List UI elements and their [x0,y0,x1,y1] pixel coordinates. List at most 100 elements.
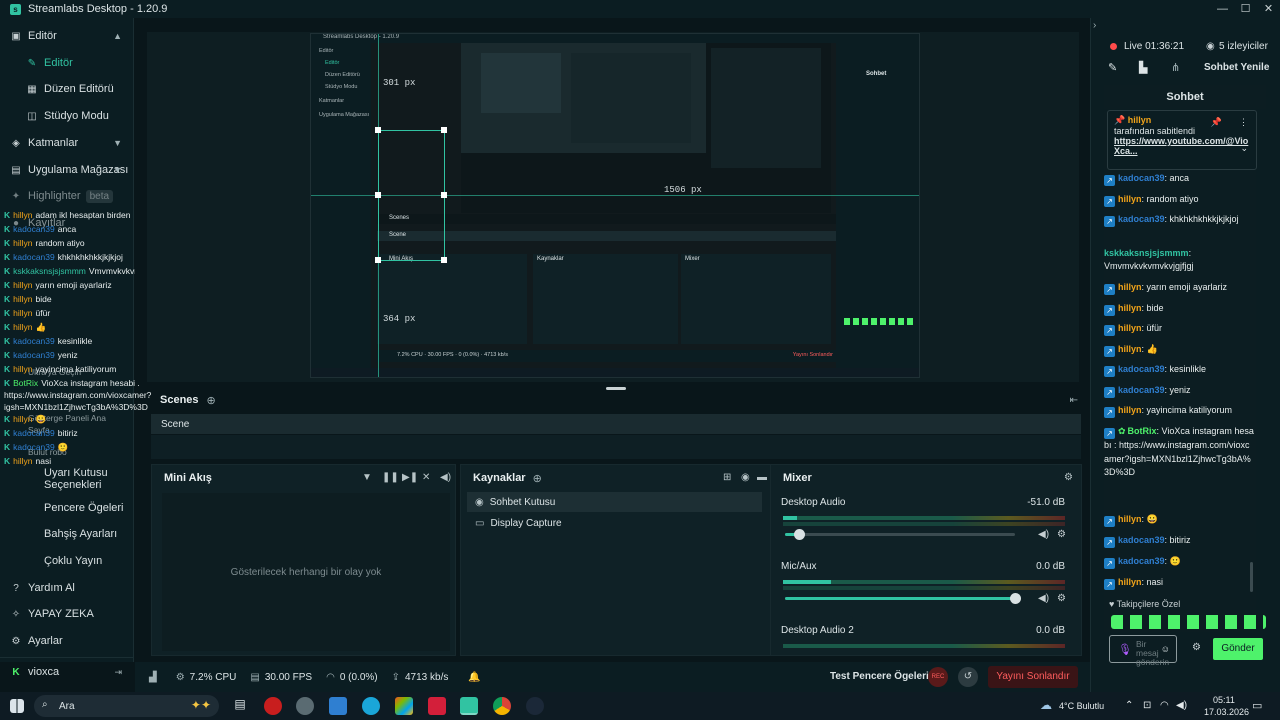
add-source-icon[interactable]: ⊕ [533,472,542,485]
source-item[interactable]: ▭ Display Capture [467,513,762,533]
add-scene-icon[interactable]: ⊕ [207,394,216,407]
notification-icon[interactable]: 🔔 [468,672,485,683]
volume-knob[interactable] [1010,593,1021,604]
mute-icon[interactable]: ◀) [1038,529,1049,540]
volume-slider[interactable] [785,529,1015,540]
app-icon[interactable] [428,697,446,715]
source-layout-icon[interactable]: ⊞ [723,472,731,483]
resize-handle[interactable] [375,192,381,198]
microphone-icon[interactable]: 🎙 [1118,643,1132,656]
performance-icon[interactable]: ▟ [149,672,162,683]
chat-message[interactable]: ↗ hillyn: random atiyo [1104,193,1254,207]
chat-message[interactable]: ↗ hillyn: yayincima katiliyorum [1104,404,1254,418]
mail-icon[interactable] [329,697,347,715]
chat-message[interactable]: ↗ hillyn: 😀 [1104,513,1254,527]
more-icon[interactable]: ⋮ [1239,117,1248,128]
emote-picker-row[interactable] [1111,615,1266,629]
maximize-button[interactable]: ☐ [1234,0,1257,18]
pause-icon[interactable]: ❚❚ [382,472,399,483]
resize-handle[interactable] [441,127,447,133]
sidebar-item-account[interactable]: Kvioxca ⇥ [0,659,134,685]
opera-icon[interactable] [264,697,282,715]
sidebar-item-widgets[interactable]: Pencere Ögeleri [0,495,134,521]
folder-icon[interactable]: ▬ [757,472,767,483]
tray-app-icon[interactable]: ⊡ [1143,700,1151,711]
sidebar-item-studio-mode[interactable]: ◫ Stüdyo Modu [0,103,134,129]
chat-message[interactable]: ↗ hillyn: nasi [1104,576,1254,590]
streamlabs-taskbar-icon[interactable] [460,697,478,715]
settings-icon[interactable]: ⚙ [1057,593,1066,604]
sidebar-item-tips[interactable]: Bahşiş Ayarları [0,521,134,547]
tray-chevron-icon[interactable]: ⌃ [1125,700,1133,711]
settings-icon[interactable]: ⚙ [1057,529,1066,540]
chat-message[interactable]: kskkaksnsjsjsmmm: Vmvmvkvkvmvkvjgjfjgj [1104,247,1254,273]
collapse-panel-icon[interactable]: ⇤ [1070,395,1078,406]
chat-message[interactable]: ↗ kadocan39: bitiriz [1104,534,1254,548]
windows-start-icon[interactable] [10,699,24,713]
chat-message[interactable]: ↗ ✿ BotRix: VioXca instagram hesabı : http… [1104,425,1254,480]
stream-preview[interactable]: Streamlabs Desktop - 1.20.9 Editör Editö… [310,33,920,378]
logout-icon[interactable]: ⇥ [114,667,122,678]
chat-settings-icon[interactable]: ⚙ [1192,642,1201,653]
test-widgets-button[interactable]: Test Pencere Ögeleri [830,671,929,682]
edge-icon[interactable] [362,697,380,715]
send-button[interactable]: Gönder [1213,638,1263,660]
close-button[interactable]: ✕ [1257,0,1280,18]
minimize-button[interactable]: — [1211,0,1234,18]
chat-message[interactable]: ↗ hillyn: yarın emoji ayarlariz [1104,281,1254,295]
pinned-link[interactable]: https://www.youtube.com/@VioXca... [1114,136,1250,156]
sidebar-item-layout-editor[interactable]: ▦ Düzen Editörü [0,76,134,102]
scene-item[interactable]: Scene [151,414,1081,434]
task-view-icon[interactable]: ▤ [231,697,249,715]
stream-info-icon[interactable]: ▙ [1139,61,1147,74]
chevron-down-icon[interactable]: ⌄ [1240,143,1248,154]
chat-message[interactable]: ↗ kadocan39: khkhkhkhkkjkjkjoj [1104,213,1254,227]
app-icon[interactable] [296,697,314,715]
refresh-chat-button[interactable]: Sohbet Yenile [1204,62,1269,73]
unpin-icon[interactable]: 📌 [1211,117,1222,128]
pinned-message[interactable]: 📌 hillyn tarafından sabitlendi https://w… [1107,110,1257,170]
sidebar-item-highlighter[interactable]: ✦ Highlighter beta [0,183,134,209]
chat-message[interactable]: ↗ kadocan39: anca [1104,172,1254,186]
sidebar-item-alert-box[interactable]: Uyarı Kutusu Seçenekleri [0,464,134,494]
chat-message[interactable]: ↗ hillyn: 👍 [1104,343,1254,357]
sidebar-item-multistream[interactable]: Çoklu Yayın [0,548,134,574]
weather-label[interactable]: 4°C Bulutlu [1059,701,1104,711]
resize-handle[interactable] [375,127,381,133]
store-icon[interactable] [395,697,413,715]
source-visibility-icon[interactable]: ◉ [741,472,750,483]
skip-icon[interactable]: ▶❚ [402,472,418,483]
mute-icon[interactable]: ◀) [1038,593,1049,604]
sidebar-item-ai[interactable]: ✧ YAPAY ZEKA [0,601,134,627]
sidebar-item-help[interactable]: ? Yardım Al [0,575,134,601]
volume-slider[interactable] [785,593,1021,604]
collapse-chat-icon[interactable]: › [1093,20,1096,31]
chat-message[interactable]: ↗ kadocan39: 🙂 [1104,555,1254,569]
steam-icon[interactable] [526,697,544,715]
network-icon[interactable]: ◠ [1160,700,1169,711]
chat-message[interactable]: ↗ kadocan39: kesinlikle [1104,363,1254,377]
filter-icon[interactable]: ▼ [362,472,372,483]
source-item[interactable]: ◉ Sohbet Kutusu [467,492,762,512]
volume-knob[interactable] [793,529,805,540]
share-icon[interactable]: ⋔ [1171,61,1180,74]
clock-time[interactable]: 05:11 [1213,695,1235,705]
settings-icon[interactable]: ⚙ [1064,472,1073,483]
edit-icon[interactable]: ✎ [1108,61,1117,74]
resize-handle[interactable] [441,192,447,198]
chat-input-field[interactable]: 🎙 Bir mesaj gönderin ☺ [1109,635,1177,667]
resize-handle[interactable] [441,257,447,263]
sidebar-item-editor[interactable]: ✎ Editör [0,50,134,76]
mute-alerts-icon[interactable]: ✕ [422,472,430,483]
chat-scrollbar[interactable] [1250,562,1253,592]
chat-message[interactable]: ↗ kadocan39: yeniz [1104,384,1254,398]
taskbar-search[interactable]: ⌕ Ara ✦✦ [34,695,219,717]
clock-date[interactable]: 17.03.2026 [1204,707,1249,717]
volume-icon[interactable]: ◀) [1176,700,1187,711]
sidebar-item-settings[interactable]: ⚙ Ayarlar [0,628,134,654]
replay-buffer-icon[interactable]: ↺ [958,667,978,687]
notification-icon[interactable]: ▭ [1252,699,1262,712]
sidebar-item-editor-group[interactable]: ▣ Editör ▲ [0,23,134,49]
rec-button[interactable]: REC [928,667,948,687]
resize-handle[interactable] [375,257,381,263]
